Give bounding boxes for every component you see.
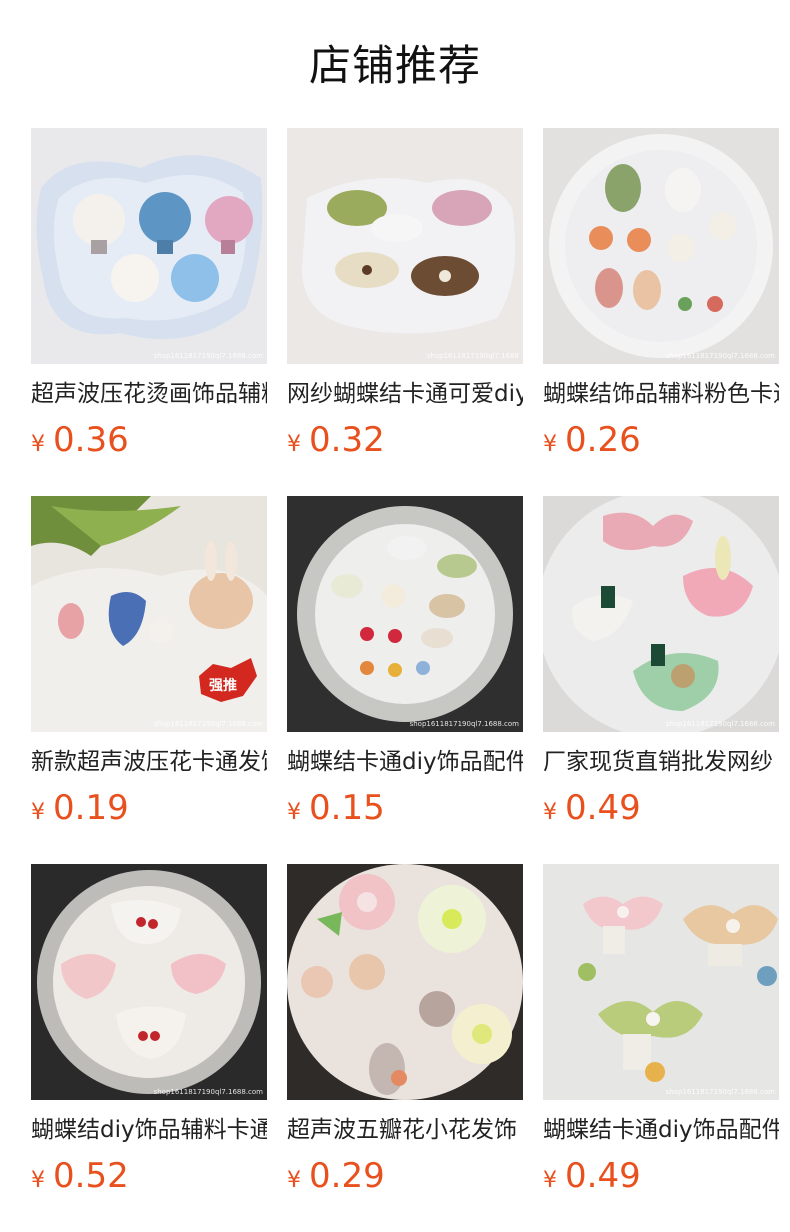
product-image[interactable]: shop1611817190ql7.1688.com bbox=[543, 864, 779, 1100]
currency-symbol: ¥ bbox=[31, 1168, 45, 1193]
price-amount: 0.15 bbox=[309, 788, 385, 828]
image-watermark: shop1611817190ql7.1688.com bbox=[154, 720, 264, 728]
price-amount: 0.26 bbox=[565, 420, 641, 460]
product-card[interactable]: 超声波五瓣花小花发饰 ¥0.29 bbox=[287, 864, 523, 1204]
product-price: ¥0.32 bbox=[287, 418, 523, 462]
product-name[interactable]: 蝴蝶结卡通diy饰品配件 bbox=[287, 746, 523, 778]
product-image[interactable]: 强推 shop1611817190ql7.1688.com bbox=[31, 496, 267, 732]
product-card[interactable]: shop1611817190ql7.1688.com 蝴蝶结饰品辅料粉色卡通 ¥… bbox=[543, 128, 779, 468]
product-name[interactable]: 新款超声波压花卡通发饰 bbox=[31, 746, 267, 778]
currency-symbol: ¥ bbox=[31, 800, 45, 825]
product-image[interactable]: shop1611817190ql7.1688.com bbox=[31, 128, 267, 364]
product-card[interactable]: shop1611817190ql7.1688 网纱蝴蝶结卡通可爱diy ¥0.3… bbox=[287, 128, 523, 468]
product-name[interactable]: 超声波压花烫画饰品辅料 bbox=[31, 378, 267, 410]
price-amount: 0.19 bbox=[53, 788, 129, 828]
product-image[interactable] bbox=[287, 864, 523, 1100]
product-price: ¥0.29 bbox=[287, 1154, 523, 1198]
product-name[interactable]: 蝴蝶结diy饰品辅料卡通 bbox=[31, 1114, 267, 1146]
price-amount: 0.32 bbox=[309, 420, 385, 460]
price-amount: 0.29 bbox=[309, 1156, 385, 1196]
price-amount: 0.36 bbox=[53, 420, 129, 460]
currency-symbol: ¥ bbox=[287, 432, 301, 457]
product-price: ¥0.49 bbox=[543, 1154, 779, 1198]
currency-symbol: ¥ bbox=[31, 432, 45, 457]
product-card[interactable]: shop1611817190ql7.1688.com 超声波压花烫画饰品辅料 ¥… bbox=[31, 128, 267, 468]
product-price: ¥0.26 bbox=[543, 418, 779, 462]
image-watermark: shop1611817190ql7.1688.com bbox=[154, 1088, 264, 1096]
page-title: 店铺推荐 bbox=[308, 41, 481, 90]
currency-symbol: ¥ bbox=[543, 1168, 557, 1193]
currency-symbol: ¥ bbox=[543, 432, 557, 457]
image-watermark: shop1611817190ql7.1688.com bbox=[410, 720, 520, 728]
strong-recommend-badge: 强推 bbox=[209, 677, 237, 694]
product-price: ¥0.49 bbox=[543, 786, 779, 830]
product-card[interactable]: shop1611817190ql7.1688.com 蝴蝶结卡通diy饰品配件 … bbox=[543, 864, 779, 1204]
product-name[interactable]: 蝴蝶结饰品辅料粉色卡通 bbox=[543, 378, 779, 410]
product-image[interactable]: shop1611817190ql7.1688.com bbox=[287, 496, 523, 732]
price-amount: 0.52 bbox=[53, 1156, 129, 1196]
product-image[interactable]: shop1611817190ql7.1688.com bbox=[543, 496, 779, 732]
product-card[interactable]: 强推 shop1611817190ql7.1688.com 新款超声波压花卡通发… bbox=[31, 496, 267, 836]
product-name[interactable]: 蝴蝶结卡通diy饰品配件 bbox=[543, 1114, 779, 1146]
product-price: ¥0.19 bbox=[31, 786, 267, 830]
price-amount: 0.49 bbox=[565, 788, 641, 828]
product-image[interactable]: shop1611817190ql7.1688 bbox=[287, 128, 523, 364]
image-watermark: shop1611817190ql7.1688.com bbox=[154, 352, 264, 360]
product-card[interactable]: shop1611817190ql7.1688.com 蝴蝶结diy饰品辅料卡通 … bbox=[31, 864, 267, 1204]
product-card[interactable]: shop1611817190ql7.1688.com 厂家现货直销批发网纱 ¥0… bbox=[543, 496, 779, 836]
product-image[interactable]: shop1611817190ql7.1688.com bbox=[31, 864, 267, 1100]
currency-symbol: ¥ bbox=[287, 800, 301, 825]
product-name[interactable]: 厂家现货直销批发网纱 bbox=[543, 746, 779, 778]
currency-symbol: ¥ bbox=[543, 800, 557, 825]
product-price: ¥0.36 bbox=[31, 418, 267, 462]
product-name[interactable]: 网纱蝴蝶结卡通可爱diy bbox=[287, 378, 523, 410]
currency-symbol: ¥ bbox=[287, 1168, 301, 1193]
product-price: ¥0.15 bbox=[287, 786, 523, 830]
product-image[interactable]: shop1611817190ql7.1688.com bbox=[543, 128, 779, 364]
product-card[interactable]: shop1611817190ql7.1688.com 蝴蝶结卡通diy饰品配件 … bbox=[287, 496, 523, 836]
image-watermark: shop1611817190ql7.1688 bbox=[427, 352, 519, 360]
image-watermark: shop1611817190ql7.1688.com bbox=[666, 352, 776, 360]
image-watermark: shop1611817190ql7.1688.com bbox=[666, 720, 776, 728]
product-name[interactable]: 超声波五瓣花小花发饰 bbox=[287, 1114, 523, 1146]
price-amount: 0.49 bbox=[565, 1156, 641, 1196]
product-price: ¥0.52 bbox=[31, 1154, 267, 1198]
image-watermark: shop1611817190ql7.1688.com bbox=[666, 1088, 776, 1096]
